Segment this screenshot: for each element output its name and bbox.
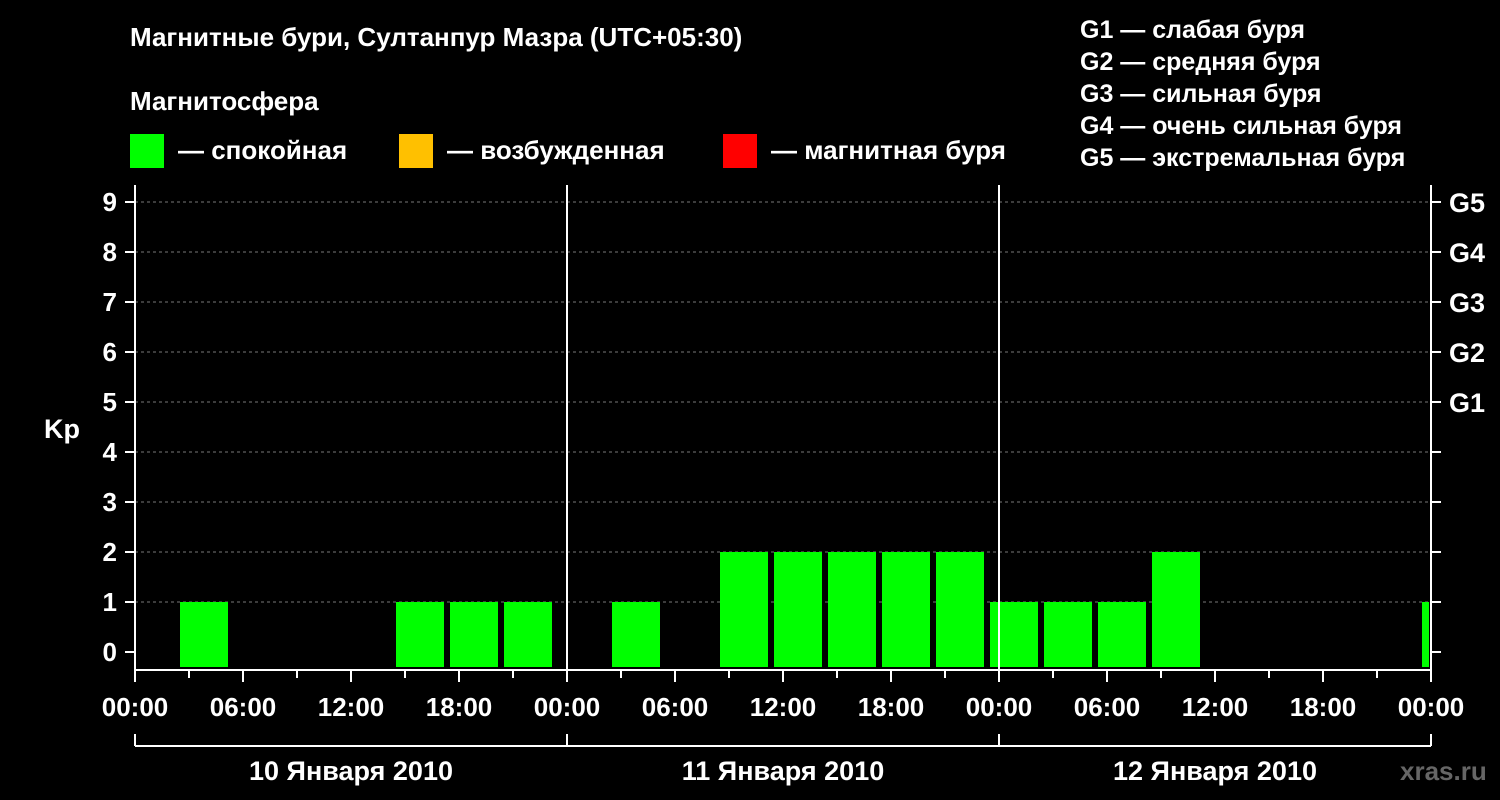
x-tick-label: 06:00: [642, 692, 709, 722]
g-axis-label: G2: [1449, 338, 1485, 368]
x-tick-label: 06:00: [210, 692, 277, 722]
x-tick-label: 00:00: [102, 692, 169, 722]
kp-bar: [720, 552, 768, 667]
day-label: 12 Января 2010: [1113, 756, 1317, 786]
y-tick-label: 6: [103, 337, 117, 367]
y-tick-label: 8: [103, 237, 117, 267]
x-tick-label: 12:00: [750, 692, 817, 722]
y-tick-label: 7: [103, 287, 117, 317]
x-tick-label: 06:00: [1074, 692, 1141, 722]
g-axis-label: G3: [1449, 288, 1485, 318]
kp-chart: 0 1 2 3 4 5 6 7 8 9 G1 G2 G3 G4 G5 Kp 00:00 06:00 12:00 18:…: [44, 185, 1485, 786]
x-tick-label: 18:00: [858, 692, 925, 722]
kp-bar: [396, 602, 444, 667]
y-tick-label: 2: [103, 537, 117, 567]
day-label: 10 Января 2010: [249, 756, 453, 786]
g-axis-label: G4: [1449, 238, 1485, 268]
kp-bar: [828, 552, 876, 667]
kp-bar: [504, 602, 552, 667]
x-tick-label: 12:00: [1182, 692, 1249, 722]
x-tick-label: 00:00: [534, 692, 601, 722]
y-tick-label: 0: [103, 637, 117, 667]
x-tick-label: 12:00: [318, 692, 385, 722]
kp-bar: [936, 552, 984, 667]
kp-bar: [1152, 552, 1200, 667]
x-tick-label: 00:00: [966, 692, 1033, 722]
y-tick-label: 5: [103, 387, 117, 417]
x-tick-label: 18:00: [1290, 692, 1357, 722]
kp-bar: [990, 602, 1038, 667]
kp-bar: [1044, 602, 1092, 667]
y-tick-label: 1: [103, 587, 117, 617]
kp-bar: [1098, 602, 1146, 667]
kp-bar: [1422, 602, 1429, 667]
kp-bar: [882, 552, 930, 667]
day-label: 11 Января 2010: [682, 756, 884, 786]
x-tick-label: 18:00: [426, 692, 493, 722]
kp-bar: [612, 602, 660, 667]
y-tick-label: 9: [103, 187, 117, 217]
kp-bar: [450, 602, 498, 667]
watermark: xras.ru: [1400, 756, 1487, 786]
y-tick-label: 3: [103, 487, 117, 517]
g-axis-label: G1: [1449, 388, 1485, 418]
y-axis-title: Kp: [44, 414, 80, 444]
kp-bar: [180, 602, 228, 667]
kp-bar: [774, 552, 822, 667]
g-axis-label: G5: [1449, 188, 1485, 218]
x-tick-label: 00:00: [1398, 692, 1465, 722]
y-tick-label: 4: [103, 437, 118, 467]
